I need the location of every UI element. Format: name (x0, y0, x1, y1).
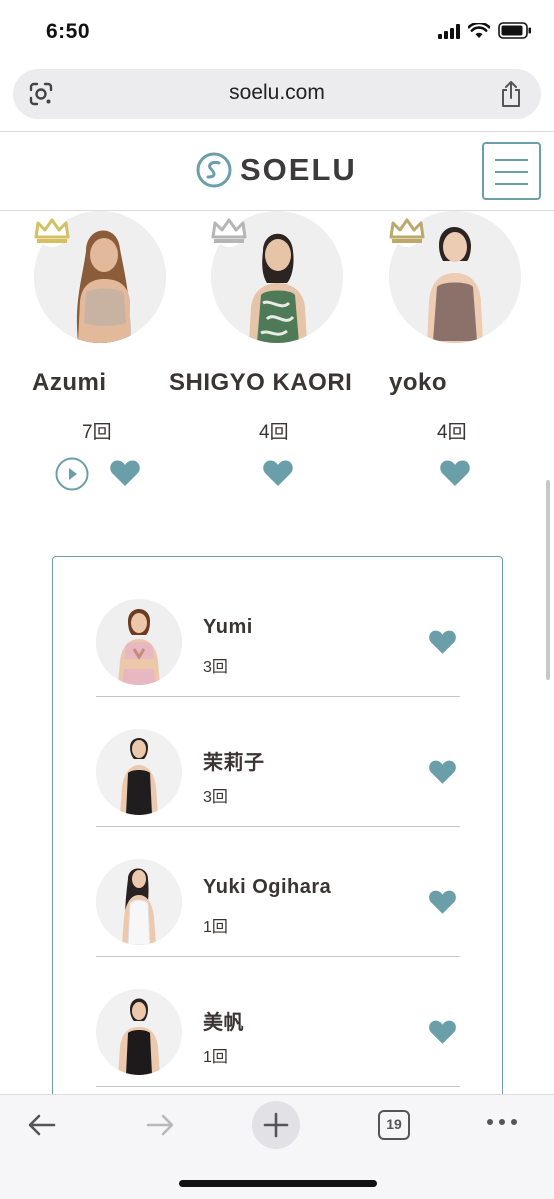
lesson-count: 7回 (82, 422, 112, 443)
page-scrollbar[interactable] (546, 480, 550, 680)
battery-icon (498, 22, 531, 39)
status-bar: 6:50 (0, 0, 554, 62)
favorite-heart-icon[interactable] (439, 459, 471, 487)
new-tab-button[interactable] (252, 1101, 300, 1149)
lesson-count: 4回 (259, 422, 289, 443)
instructor-name[interactable]: 茉莉子 (203, 746, 265, 775)
soelu-logo-icon (196, 152, 232, 188)
lesson-count: 3回 (203, 789, 228, 806)
silver-crown-icon (211, 215, 247, 247)
avatar[interactable] (96, 599, 182, 685)
lesson-count: 1回 (203, 919, 228, 936)
instructor-name[interactable]: SHIGYO KAORI (169, 369, 352, 397)
favorite-heart-icon[interactable] (428, 889, 457, 915)
address-url[interactable]: soelu.com (13, 81, 541, 105)
lesson-count: 1回 (203, 1049, 228, 1066)
instructor-name[interactable]: Azumi (32, 369, 107, 397)
lesson-count: 3回 (203, 659, 228, 676)
instructor-name[interactable]: Yuki Ogihara (203, 876, 331, 899)
avatar[interactable] (96, 989, 182, 1075)
soelu-logo[interactable]: SOELU (196, 152, 357, 188)
share-icon[interactable] (499, 79, 523, 109)
favorite-heart-icon[interactable] (428, 759, 457, 785)
address-bar[interactable]: soelu.com (13, 69, 541, 119)
avatar[interactable] (96, 729, 182, 815)
forward-arrow-icon[interactable] (144, 1109, 176, 1141)
avatar[interactable] (96, 859, 182, 945)
wifi-icon (468, 22, 490, 38)
hamburger-menu-button[interactable] (482, 142, 541, 200)
list-item[interactable]: Yuki Ogihara 1回 (96, 827, 460, 957)
list-item[interactable]: Yumi 3回 (96, 567, 460, 697)
tab-switcher-button[interactable]: 19 (378, 1110, 410, 1140)
instructor-name[interactable]: yoko (389, 369, 447, 397)
favorite-heart-icon[interactable] (262, 459, 294, 487)
plus-icon (263, 1112, 289, 1138)
site-header: SOELU (0, 131, 554, 211)
home-indicator (179, 1180, 377, 1187)
play-video-icon[interactable] (54, 456, 90, 492)
status-icons (438, 22, 532, 39)
lesson-count: 4回 (437, 422, 467, 443)
favorite-heart-icon[interactable] (428, 1019, 457, 1045)
instructor-name[interactable]: 美帆 (203, 1006, 244, 1035)
status-time: 6:50 (46, 20, 91, 43)
gold-crown-icon (34, 215, 70, 247)
list-item[interactable]: 茉莉子 3回 (96, 697, 460, 827)
cellular-signal-icon (438, 23, 460, 39)
back-arrow-icon[interactable] (26, 1109, 58, 1141)
favorite-heart-icon[interactable] (109, 459, 141, 487)
instructor-name[interactable]: Yumi (203, 616, 253, 639)
list-item[interactable]: 美帆 1回 (96, 957, 460, 1087)
favorite-heart-icon[interactable] (428, 629, 457, 655)
bronze-crown-icon (389, 215, 425, 247)
more-options-icon[interactable] (486, 1117, 518, 1127)
logo-text: SOELU (240, 152, 357, 187)
instructor-list-card: Yumi 3回 茉莉子 3回 Yuki Ogihara 1回 美帆 1回 (52, 556, 503, 1116)
